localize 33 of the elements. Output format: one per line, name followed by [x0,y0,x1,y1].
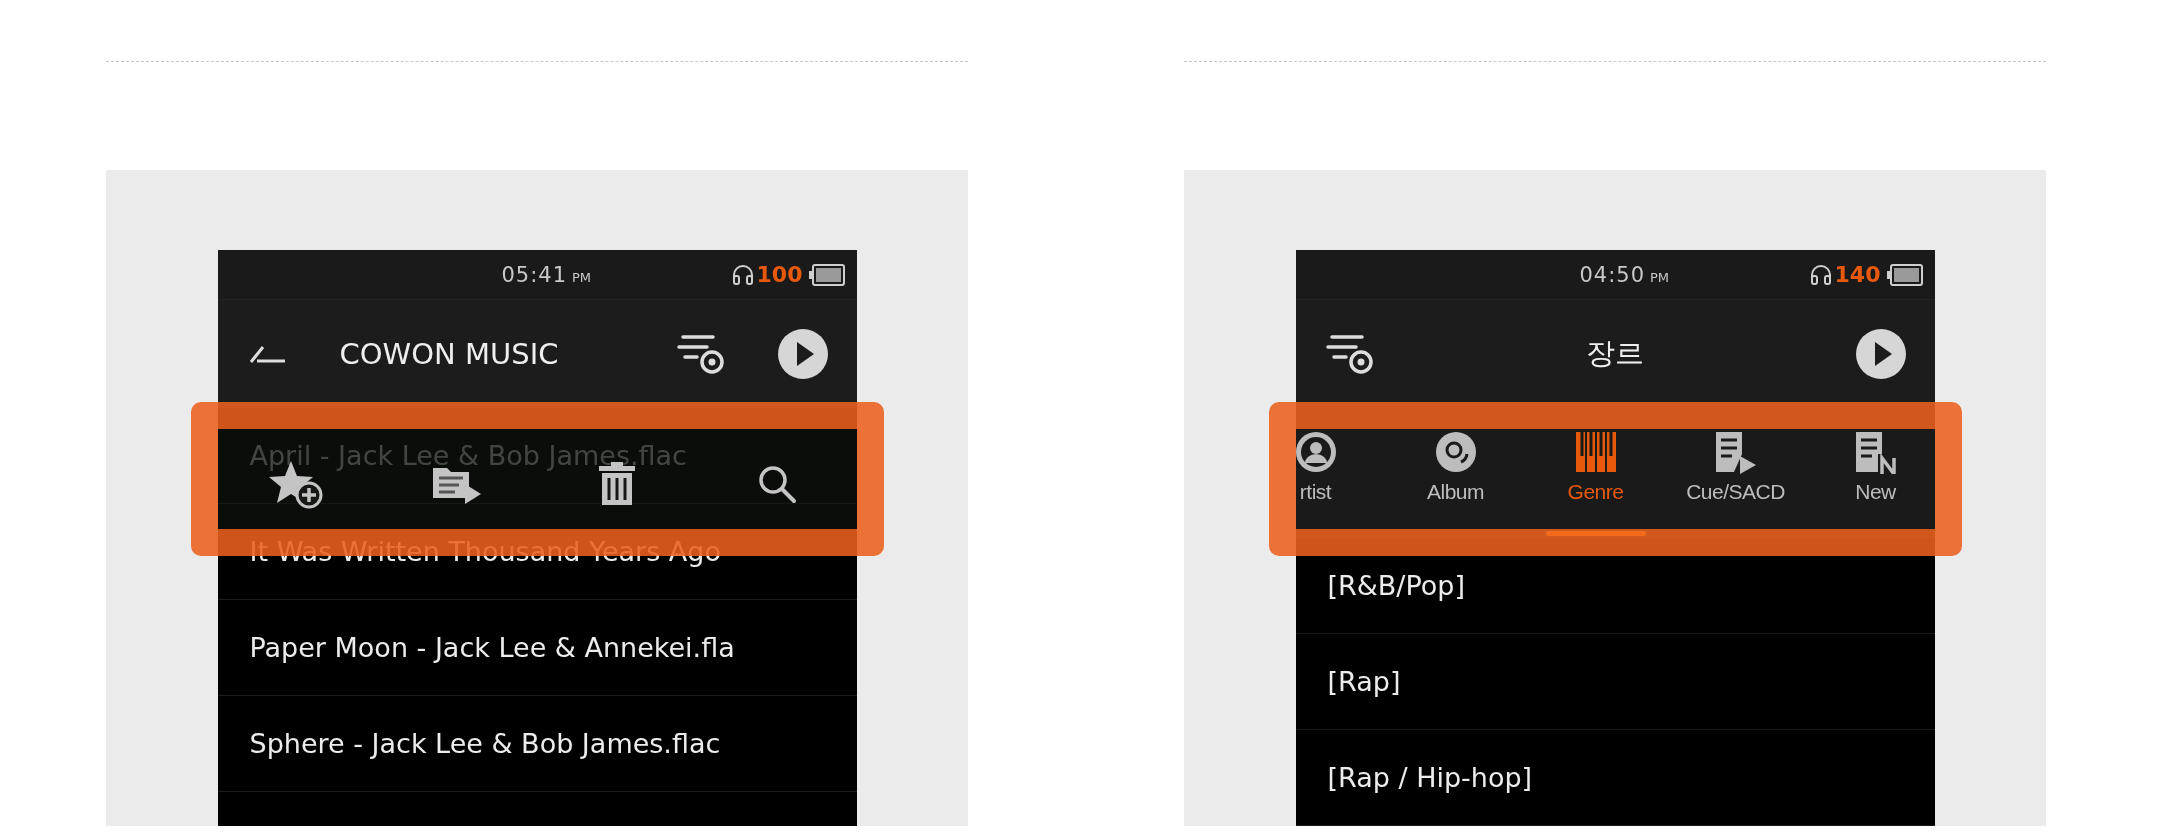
row-label: [Rap / Hip-hop] [1327,762,1533,793]
battery-icon [808,263,845,286]
category-tab[interactable]: Album [1385,430,1526,520]
category-tab[interactable]: Genre [1525,430,1666,520]
list-row[interactable]: [R&B/Pop] [1295,538,1935,634]
battery-icon [1886,263,1923,286]
piano-keys-icon [1573,430,1618,474]
volume-level: 100 [756,262,803,287]
list-row[interactable]: [Rap] [1295,634,1935,730]
clock-time: 04:50 [1579,262,1646,287]
screen-title: COWON MUSIC [339,337,560,371]
play-icon[interactable] [776,328,829,380]
category-tab[interactable]: Cue/SACD [1665,430,1806,520]
disc-icon [1433,430,1478,474]
category-tab[interactable]: New [1805,430,1935,520]
list-row[interactable]: [Rap / Hip-hop] [1295,730,1935,826]
row-label: Sphere - Jack Lee & Bob James.flac [249,728,721,759]
list-row[interactable]: Sphere - Jack Lee & Bob James.flac [217,696,857,792]
play-icon[interactable] [1854,328,1907,380]
back-icon[interactable] [247,344,288,364]
row-label: April - Jack Lee & Bob James.flac [249,440,687,471]
row-label: [R&B/Pop] [1327,570,1465,601]
list-row[interactable]: Paper Moon - Jack Lee & Annekei.fla [217,600,857,696]
clock-meridiem: PM [572,269,592,285]
volume-level: 140 [1834,262,1881,287]
screen-title: 장르 [1585,335,1645,372]
row-label: Paper Moon - Jack Lee & Annekei.fla [249,632,735,663]
headphone-icon [1808,262,1833,287]
headphone-icon [730,262,755,287]
category-tab[interactable]: rtist [1295,430,1386,520]
clock-time: 05:41 [501,262,568,287]
row-label: [Rap] [1327,666,1401,697]
clock-meridiem: PM [1650,269,1670,285]
